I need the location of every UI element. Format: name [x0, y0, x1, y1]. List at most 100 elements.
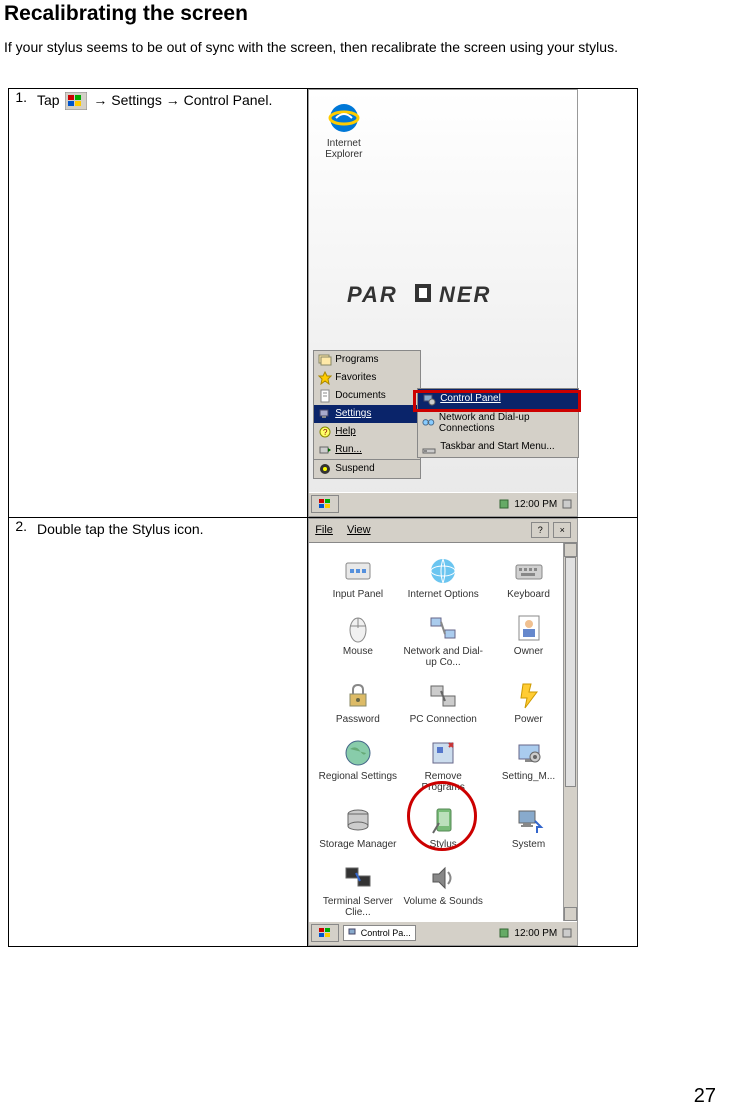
cp-remove-programs-label: Remove Programs [403, 771, 484, 793]
cp-password: Password [315, 678, 400, 727]
documents-icon [318, 389, 332, 403]
menu-settings-label: Settings [335, 408, 371, 419]
menu-help-label: Help [335, 426, 356, 437]
show-desktop-icon-2 [561, 927, 573, 939]
taskbar-1: 12:00 PM [309, 492, 577, 516]
screenshot-control-panel: File View ? × Input Panel Internet [308, 518, 578, 946]
cp-keyboard-label: Keyboard [507, 589, 550, 600]
cp-internet-options-label: Internet Options [408, 589, 479, 600]
favorites-icon [318, 371, 332, 385]
start-button [311, 495, 339, 513]
cp-network: Network and Dial-up Co... [401, 610, 486, 670]
step-1-text-after: → Settings → Control Panel. [93, 92, 272, 108]
scroll-thumb [565, 557, 576, 787]
submenu-network-label: Network and Dial-up Connections [439, 412, 574, 434]
cp-terminal: Terminal Server Clie... [315, 860, 400, 920]
clock-time: 12:00 PM [514, 499, 557, 510]
cp-storage: Storage Manager [315, 803, 400, 852]
svg-text:PAR: PAR [347, 282, 398, 307]
submenu-taskbar: Taskbar and Start Menu... [418, 437, 578, 457]
menu-suspend: Suspend [314, 460, 420, 478]
close-button: × [553, 522, 571, 538]
step-2-text: Double tap the Stylus icon. [37, 518, 307, 540]
screenshot-start-menu: Internet Explorer PAR NER [308, 89, 578, 517]
cp-owner: Owner [486, 610, 571, 670]
menu-view: View [347, 524, 371, 536]
cp-stylus: Stylus [401, 803, 486, 852]
control-panel-toolbar: File View ? × [309, 519, 577, 543]
cp-storage-label: Storage Manager [319, 839, 396, 850]
cp-setting-m-label: Setting_M... [502, 771, 555, 782]
cp-stylus-label: Stylus [430, 839, 457, 850]
step-1-instruction: 1. Tap → Settings → Control Panel. [9, 88, 308, 517]
run-icon [318, 443, 332, 457]
page-heading: Recalibrating the screen [0, 0, 736, 26]
submenu-control-panel: Control Panel [418, 389, 578, 409]
menu-documents-label: Documents [335, 390, 386, 401]
taskbar-app-button: Control Pa... [343, 925, 416, 942]
cp-internet-options: Internet Options [401, 553, 486, 602]
start-button-2 [311, 924, 339, 942]
intro-paragraph: If your stylus seems to be out of sync w… [0, 26, 736, 58]
cp-power: Power [486, 678, 571, 727]
menu-run-label: Run... [335, 444, 362, 455]
cp-system-label: System [512, 839, 545, 850]
suspend-icon [318, 462, 332, 476]
system-tray-2: 12:00 PM [498, 927, 573, 939]
cp-password-label: Password [336, 714, 380, 725]
scroll-up-arrow [564, 543, 577, 557]
svg-text:NER: NER [439, 282, 491, 307]
menu-help: ? Help [314, 423, 420, 441]
step-1-text: Tap → Settings → Control Panel. [37, 89, 307, 111]
submenu-taskbar-label: Taskbar and Start Menu... [440, 441, 555, 452]
step-row-1: 1. Tap → Settings → Control Panel. [9, 88, 638, 517]
cp-owner-label: Owner [514, 646, 543, 657]
cp-network-label: Network and Dial-up Co... [403, 646, 484, 668]
menu-run: Run... [314, 441, 420, 459]
steps-table: 1. Tap → Settings → Control Panel. [8, 88, 638, 947]
cp-setting-m: Setting_M... [486, 735, 571, 795]
settings-submenu: Control Panel Network and Dial-up Connec… [417, 388, 579, 458]
step-2-screenshot-cell: File View ? × Input Panel Internet [308, 517, 638, 946]
step-2-number: 2. [9, 518, 27, 534]
cp-remove-programs: Remove Programs [401, 735, 486, 795]
cp-mouse-label: Mouse [343, 646, 373, 657]
menu-favorites: Favorites [314, 369, 420, 387]
system-tray: 12:00 PM [498, 498, 573, 510]
page-number: 27 [694, 1085, 716, 1108]
windows-start-icon [65, 92, 87, 110]
step-row-2: 2. Double tap the Stylus icon. File View… [9, 517, 638, 946]
menu-programs-label: Programs [335, 354, 378, 365]
cp-volume-label: Volume & Sounds [403, 896, 483, 907]
settings-icon [318, 407, 332, 421]
control-panel-icon [422, 392, 436, 406]
cp-system: System [486, 803, 571, 852]
cp-input-panel-label: Input Panel [333, 589, 384, 600]
svg-text:?: ? [323, 428, 328, 437]
network-icon [422, 416, 435, 430]
cp-pc-connection: PC Connection [401, 678, 486, 727]
help-icon: ? [318, 425, 332, 439]
submenu-network: Network and Dial-up Connections [418, 409, 578, 437]
cp-keyboard: Keyboard [486, 553, 571, 602]
step-1-screenshot-cell: Internet Explorer PAR NER [308, 88, 638, 517]
menu-settings: Settings [314, 405, 420, 423]
clock-time-2: 12:00 PM [514, 928, 557, 939]
cp-volume: Volume & Sounds [401, 860, 486, 920]
cp-regional-label: Regional Settings [319, 771, 397, 782]
step-1-text-before: Tap [37, 92, 60, 108]
cp-regional: Regional Settings [315, 735, 400, 795]
menu-programs: Programs [314, 351, 420, 369]
menu-suspend-label: Suspend [335, 463, 374, 474]
cp-power-label: Power [514, 714, 542, 725]
internet-explorer-desktop-icon: Internet Explorer [325, 100, 362, 160]
partner-logo: PAR NER [347, 280, 547, 317]
submenu-control-panel-label: Control Panel [440, 393, 501, 404]
cp-mouse: Mouse [315, 610, 400, 670]
step-1-number: 1. [9, 89, 27, 105]
cp-terminal-label: Terminal Server Clie... [317, 896, 398, 918]
cp-pc-connection-label: PC Connection [410, 714, 477, 725]
tray-icon-2 [498, 927, 510, 939]
taskbar-icon [422, 440, 436, 454]
control-panel-grid: Input Panel Internet Options Keyboard Mo… [309, 543, 577, 930]
